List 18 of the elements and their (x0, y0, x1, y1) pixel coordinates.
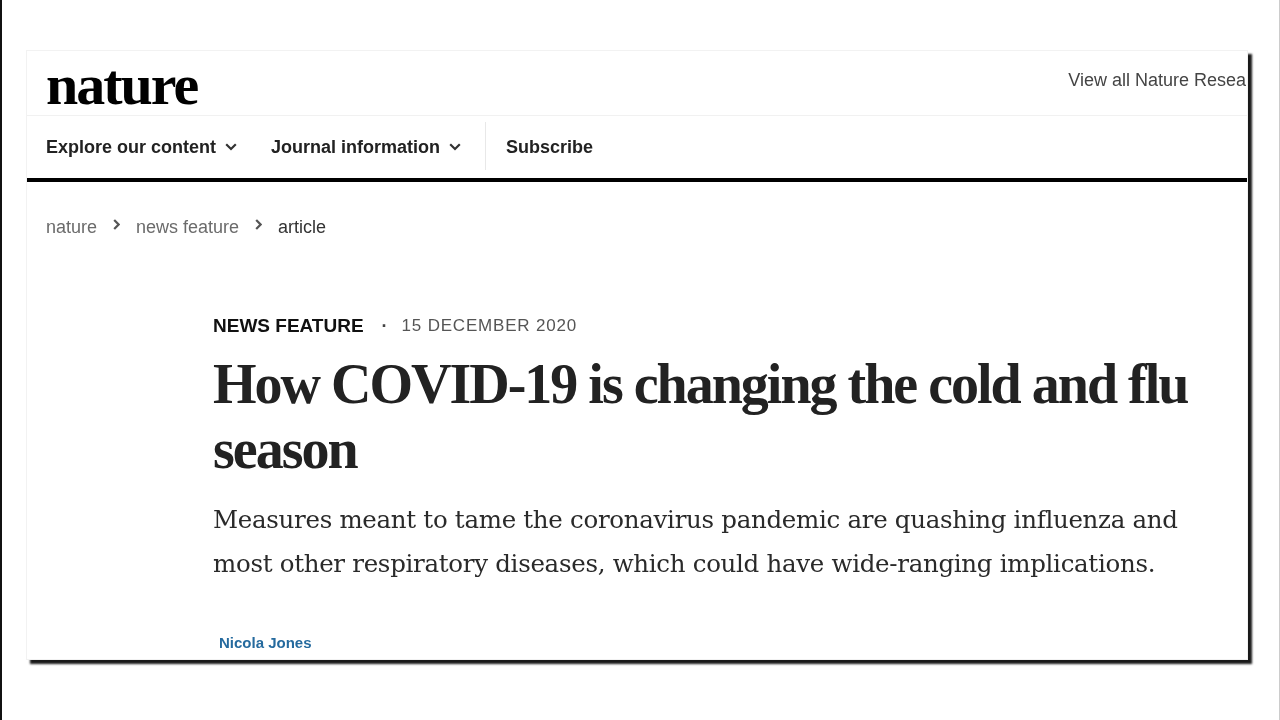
nav-menu-item[interactable]: Journal information (271, 116, 462, 178)
chevron-right-icon (255, 218, 263, 230)
chevron-down-icon (449, 143, 462, 151)
publish-date: 15 DECEMBER 2020 (401, 316, 577, 336)
breadcrumb-link[interactable]: news feature (136, 216, 240, 238)
article-standfirst: Measures meant to tame the coronavirus pandemic are quashing influenza and most other respiratory diseases, which could have wide-ranging implications. (213, 504, 1179, 580)
nav-link[interactable]: Subscribe (506, 116, 594, 178)
logo[interactable]: nature (46, 56, 198, 114)
nav-menu-item[interactable]: Explore our content (46, 116, 237, 178)
separator-dot: · (381, 315, 388, 337)
author-link[interactable]: Nicola Jones (219, 634, 312, 651)
breadcrumb-link[interactable]: nature (46, 216, 98, 238)
chevron-right-icon (113, 218, 121, 230)
article-type: NEWS FEATURE (213, 315, 364, 337)
breadcrumb-current: article (278, 216, 327, 238)
top-link[interactable]: View all Nature Resea (1068, 70, 1246, 91)
chevron-down-icon (225, 143, 237, 151)
article-title: How COVID-19 is changing the cold and flu season (213, 352, 1189, 482)
